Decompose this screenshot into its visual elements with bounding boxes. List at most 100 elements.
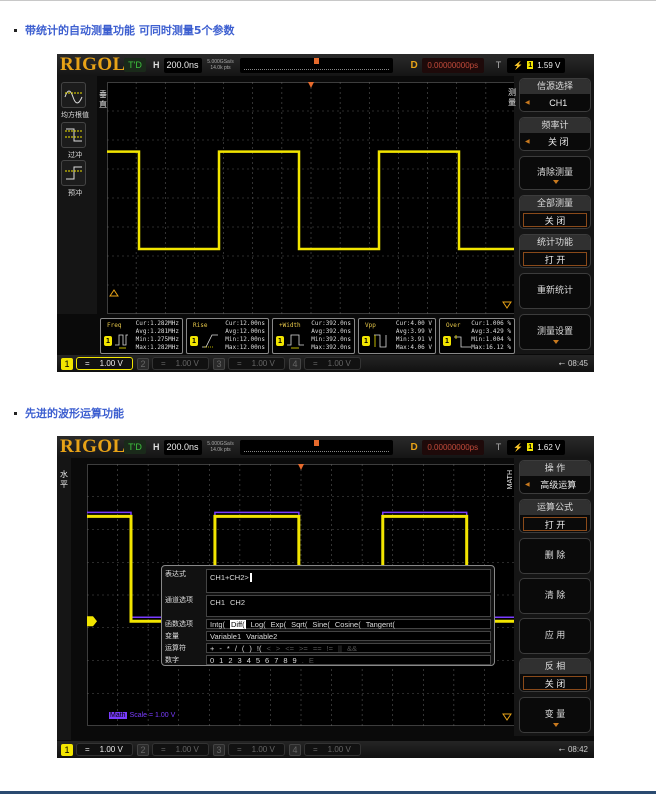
digit-key[interactable]: 9: [293, 656, 297, 665]
digit-key[interactable]: 6: [265, 656, 269, 665]
channel-1-scale[interactable]: = 1.00 V: [76, 743, 133, 756]
timebase-value[interactable]: 200.0ns: [163, 439, 202, 455]
operator-key[interactable]: /: [235, 644, 237, 653]
trigger-time-marker[interactable]: [308, 82, 314, 88]
channel-4-button[interactable]: 4: [289, 357, 301, 370]
variable-1[interactable]: Variable1: [210, 632, 241, 641]
measure-tab[interactable]: 测量: [506, 88, 518, 108]
channel-3-scale[interactable]: = 1.00 V: [228, 357, 285, 370]
trigger-level-marker[interactable]: [502, 713, 512, 721]
scale: 1.00 V: [327, 359, 351, 368]
function-intg[interactable]: Intg(: [210, 620, 225, 629]
operator-key[interactable]: -: [219, 644, 222, 653]
channel-4-button[interactable]: 4: [289, 743, 301, 756]
ch1-offset-marker[interactable]: [87, 616, 97, 627]
menu-clear-measure[interactable]: 清除测量: [519, 156, 591, 190]
trigger-time-marker[interactable]: [298, 464, 304, 470]
menu-all-measure[interactable]: 全部测量 关 闭: [519, 195, 591, 229]
option-ch2[interactable]: CH2: [230, 598, 245, 607]
offset-marker[interactable]: [109, 289, 119, 297]
operator-key[interactable]: !(: [257, 644, 262, 653]
channel-4-scale[interactable]: = 1.00 V: [304, 357, 361, 370]
menu-operation[interactable]: 操 作 ◀ 高级运算: [519, 460, 591, 494]
digit-key[interactable]: 0: [210, 656, 214, 665]
channel-1-button[interactable]: 1: [61, 357, 73, 370]
operator-key[interactable]: +: [210, 644, 214, 653]
horizontal-tab[interactable]: 水平: [58, 470, 70, 490]
channel-1-button[interactable]: 1: [61, 743, 73, 756]
preshoot-icon: [65, 166, 82, 180]
digit-key[interactable]: 1: [219, 656, 223, 665]
trigger-level-marker[interactable]: [502, 301, 512, 309]
menu-variable[interactable]: 变 量: [519, 697, 591, 733]
operator-label: 运算符: [165, 645, 186, 652]
menu-invert[interactable]: 反 相 关 闭: [519, 658, 591, 692]
digit-key[interactable]: 2: [228, 656, 232, 665]
memory-overview[interactable]: [239, 439, 393, 455]
operator-key[interactable]: *: [227, 644, 230, 653]
measure-rms-button[interactable]: [61, 82, 86, 108]
timebase-value[interactable]: 200.0ns: [163, 57, 202, 73]
menu-apply[interactable]: 应 用: [519, 618, 591, 654]
trigger-level: 1.59 V: [537, 60, 561, 70]
menu-delete[interactable]: 删 除: [519, 538, 591, 574]
channel-2-scale[interactable]: = 1.00 V: [152, 357, 209, 370]
channel-3-button[interactable]: 3: [213, 743, 225, 756]
digit-key[interactable]: 7: [274, 656, 278, 665]
function-log[interactable]: Log(: [251, 620, 266, 629]
variable-2[interactable]: Variable2: [246, 632, 277, 641]
menu-measure-settings[interactable]: 测量设置: [519, 314, 591, 350]
menu-formula[interactable]: 运算公式 打 开: [519, 499, 591, 533]
option-ch1[interactable]: CH1: [210, 598, 225, 607]
math-scale-label: Math Scale = 1.00 V: [109, 712, 175, 719]
measurement-freq[interactable]: Freq 1 Cur:1.282MHz Avg:1.281MHz Min:1.275…: [100, 318, 183, 354]
measure-preshoot-button[interactable]: [61, 160, 86, 186]
menu-value-text: 高级运算: [540, 480, 577, 490]
trigger-info[interactable]: ⚡ 1 1.59 V: [507, 57, 566, 73]
digit-key[interactable]: 5: [256, 656, 260, 665]
expression-input[interactable]: CH1+CH2>: [206, 569, 491, 593]
measurement-vpp[interactable]: Vpp 1 Cur:4.00 V Avg:3.99 V Min:3.91 V Max:…: [358, 318, 436, 354]
function-exp[interactable]: Exp(: [271, 620, 286, 629]
math-tab[interactable]: MATH: [506, 470, 518, 489]
trigger-source: 1: [527, 61, 534, 69]
measure-overshoot-button[interactable]: [61, 122, 86, 148]
left-arrow-icon: ◀: [525, 100, 530, 106]
measure-values: Cur:1.006 % Avg:3.429 % Min:1.004 % Max:16.…: [471, 320, 511, 352]
channel-1-scale[interactable]: = 1.00 V: [76, 357, 133, 370]
function-sqrt[interactable]: Sqrt(: [291, 620, 307, 629]
operator-key[interactable]: (: [242, 644, 245, 653]
function-sine[interactable]: Sine(: [312, 620, 330, 629]
channel-2-button[interactable]: 2: [137, 357, 149, 370]
channel-2-scale[interactable]: = 1.00 V: [152, 743, 209, 756]
trigger-info[interactable]: ⚡ 1 1.62 V: [507, 439, 566, 455]
channel-3-button[interactable]: 3: [213, 357, 225, 370]
channel-3-scale[interactable]: = 1.00 V: [228, 743, 285, 756]
menu-reset-statistics[interactable]: 重新统计: [519, 273, 591, 309]
menu-counter[interactable]: 频率计 ◀ 关 闭: [519, 117, 591, 151]
waveform-grid[interactable]: [107, 82, 515, 314]
digit-key[interactable]: 3: [238, 656, 242, 665]
menu-source-select[interactable]: 信源选择 ◀ CH1: [519, 78, 591, 112]
delay-value[interactable]: 0.00000000ps: [421, 57, 484, 73]
channel-4-scale[interactable]: = 1.00 V: [304, 743, 361, 756]
menu-clear[interactable]: 清 除: [519, 578, 591, 614]
function-diff[interactable]: Diff(: [230, 619, 246, 629]
function-cosine[interactable]: Cosine(: [335, 620, 361, 629]
menu-statistics[interactable]: 统计功能 打 开: [519, 234, 591, 268]
operator-options: + - * / () !(< > <= >= == != || &&: [206, 643, 491, 653]
max: Max:16.12 %: [471, 344, 511, 351]
digit-key[interactable]: 4: [247, 656, 251, 665]
measurement-pos-width[interactable]: +Width 1 Cur:392.0ns Avg:392.0ns Min:392.0…: [272, 318, 355, 354]
channel-2-button[interactable]: 2: [137, 743, 149, 756]
scale: 1.00 V: [327, 745, 351, 754]
delay-value[interactable]: 0.00000000ps: [421, 439, 484, 455]
digit-key[interactable]: 8: [283, 656, 287, 665]
operator-key[interactable]: ): [249, 644, 252, 653]
measurement-overshoot[interactable]: Over 1 Cur:1.006 % Avg:3.429 % Min:1.004 %…: [439, 318, 515, 354]
measure-name: Over: [446, 322, 461, 329]
function-tangent[interactable]: Tangent(: [366, 620, 395, 629]
measurement-rise[interactable]: Rise 1 Cur:12.00ns Avg:12.00ns Min:12.00ns…: [186, 318, 269, 354]
scale: 1.00 V: [99, 359, 123, 368]
memory-overview[interactable]: [239, 57, 393, 73]
